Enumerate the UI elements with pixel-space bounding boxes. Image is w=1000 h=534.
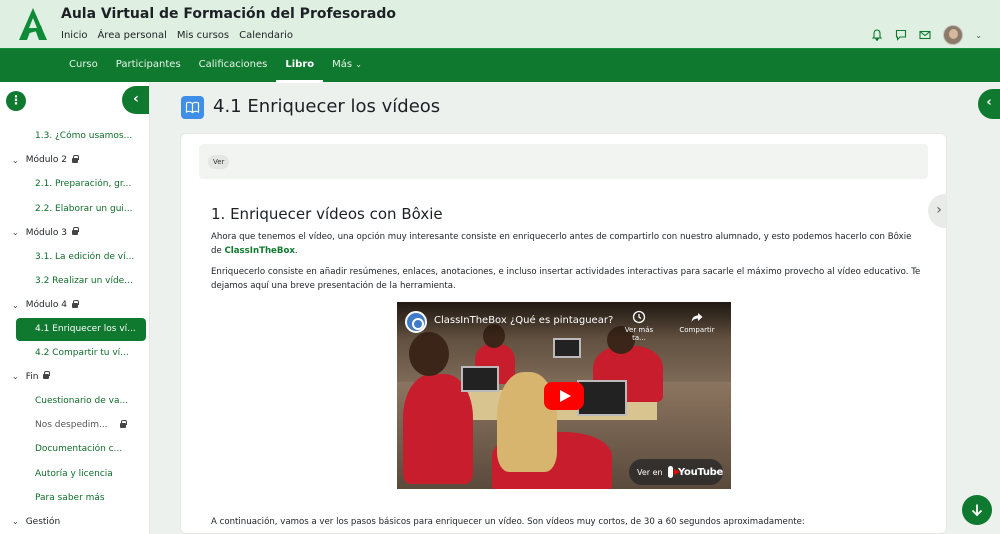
tab-libro[interactable]: Libro [276, 49, 324, 83]
chevron-down-icon: ⌄ [12, 155, 19, 165]
channel-avatar[interactable] [405, 311, 427, 333]
youtube-brand-label: YouTube [678, 466, 723, 478]
video-title[interactable]: ClassInTheBox ¿Qué es pintaguear? [434, 315, 613, 326]
index-section[interactable]: ⌄ Fin [0, 365, 149, 389]
share-label: Compartir [679, 326, 715, 334]
watch-later-button[interactable]: Ver más ta... [619, 310, 659, 342]
chevron-down-icon: ⌄ [12, 517, 19, 527]
tab-mas-label: Más [332, 59, 353, 70]
watch-later-label: Ver más ta... [624, 326, 654, 342]
tab-participantes[interactable]: Participantes [107, 49, 190, 83]
book-index-drawer: ⋮ ‹ 1.3. ¿Cómo usamos... ⌄ Módulo 2 2.1. … [0, 82, 150, 534]
tab-curso[interactable]: Curso [60, 49, 107, 83]
bell-icon[interactable] [871, 29, 883, 41]
user-menu-chevron-icon[interactable]: ⌄ [975, 31, 982, 40]
book-icon [181, 96, 204, 119]
chapter-content-card: Ver › 1. Enriquecer vídeos con Bôxie Aho… [180, 133, 947, 534]
nav-mis-cursos[interactable]: Mis cursos [177, 30, 229, 41]
index-item[interactable]: 2.1. Preparación, gr... [0, 172, 149, 196]
video-scene [553, 338, 581, 358]
page-title: 4.1 Enriquecer los vídeos [213, 96, 441, 117]
watch-on-label: Ver en [637, 467, 663, 477]
lock-icon [72, 299, 79, 310]
classinthebox-link[interactable]: ClassInTheBox [224, 246, 294, 256]
index-section[interactable]: ⌄ Módulo 2 [0, 148, 149, 172]
index-item-locked: Nos despedim... [0, 413, 149, 437]
index-item[interactable]: 1.3. ¿Cómo usamos... [0, 124, 149, 148]
lock-icon [119, 419, 127, 430]
book-index: 1.3. ¿Cómo usamos... ⌄ Módulo 2 2.1. Prep… [0, 124, 149, 534]
index-section[interactable]: ⌄ Módulo 4 [0, 293, 149, 317]
scroll-down-button[interactable] [962, 495, 992, 525]
tab-calificaciones[interactable]: Calificaciones [190, 49, 277, 83]
index-item[interactable]: Documentación c... [0, 437, 149, 461]
user-avatar[interactable] [943, 25, 964, 45]
watch-on-youtube-button[interactable]: Ver en YouTube [629, 459, 723, 485]
arrow-down-icon [971, 504, 983, 517]
site-header: Aula Virtual de Formación del Profesorad… [0, 0, 1000, 48]
chevron-down-icon: ⌄ [12, 372, 19, 382]
play-button-icon[interactable] [544, 382, 584, 410]
steps-paragraph: A continuación, vamos a ver los pasos bá… [211, 517, 805, 527]
junta-logo-icon[interactable] [15, 6, 51, 42]
lock-icon [43, 371, 51, 381]
secondary-navigation: Ver [199, 144, 928, 179]
share-button[interactable]: Compartir [677, 310, 717, 334]
video-scene [577, 380, 627, 416]
index-section[interactable]: ⌄ Gestión [0, 510, 149, 534]
lock-icon [72, 227, 79, 237]
chevron-down-icon: ⌄ [12, 300, 19, 310]
nav-calendario[interactable]: Calendario [239, 30, 293, 41]
chevron-down-icon: ⌄ [355, 60, 362, 69]
video-scene [409, 332, 449, 376]
video-scene [461, 366, 499, 392]
primary-navigation: Inicio Área personal Mis cursos Calendar… [61, 30, 293, 41]
index-item[interactable]: 4.2 Compartir tu ví... [0, 341, 149, 365]
chapter-title: 1. Enriquecer vídeos con Bôxie [211, 205, 443, 223]
view-tab[interactable]: Ver [208, 155, 230, 169]
index-item[interactable]: Para saber más [0, 486, 149, 510]
lock-icon [72, 154, 79, 165]
nav-area-personal[interactable]: Área personal [97, 30, 166, 41]
site-title[interactable]: Aula Virtual de Formación del Profesorad… [61, 6, 396, 22]
share-icon [691, 313, 703, 322]
index-item-active[interactable]: 4.1 Enriquecer los ví... [16, 317, 146, 341]
index-section[interactable]: ⌄ Módulo 3 [0, 221, 149, 245]
user-tools: ⌄ [871, 25, 982, 45]
kebab-menu-icon[interactable]: ⋮ [6, 91, 26, 111]
chat-icon[interactable] [895, 29, 907, 41]
course-navigation: Curso Participantes Calificaciones Libro… [0, 48, 1000, 83]
index-item[interactable]: Autoría y licencia [0, 461, 149, 485]
tab-mas[interactable]: Más ⌄ [323, 49, 371, 83]
index-item[interactable]: Cuestionario de va... [0, 389, 149, 413]
nav-inicio[interactable]: Inicio [61, 30, 87, 41]
index-item[interactable]: 2.2. Elaborar un gui... [0, 197, 149, 221]
youtube-logo-icon [667, 466, 681, 478]
mail-icon[interactable] [919, 29, 931, 41]
index-item[interactable]: 3.2 Realizar un víde... [0, 269, 149, 293]
index-item[interactable]: 3.1. La edición de ví... [0, 245, 149, 269]
intro-paragraph: Ahora que tenemos el vídeo, una opción m… [211, 232, 912, 256]
close-drawer-button[interactable]: ‹ [122, 86, 149, 114]
youtube-video-embed[interactable]: ClassInTheBox ¿Qué es pintaguear? Ver má… [397, 302, 731, 489]
description-paragraph: Enriquecerlo consiste en añadir resúmene… [211, 267, 921, 291]
clock-icon [632, 310, 646, 324]
next-chapter-button[interactable]: › [928, 194, 946, 228]
open-block-drawer-button[interactable]: ‹ [978, 89, 1000, 119]
chevron-down-icon: ⌄ [12, 228, 19, 238]
